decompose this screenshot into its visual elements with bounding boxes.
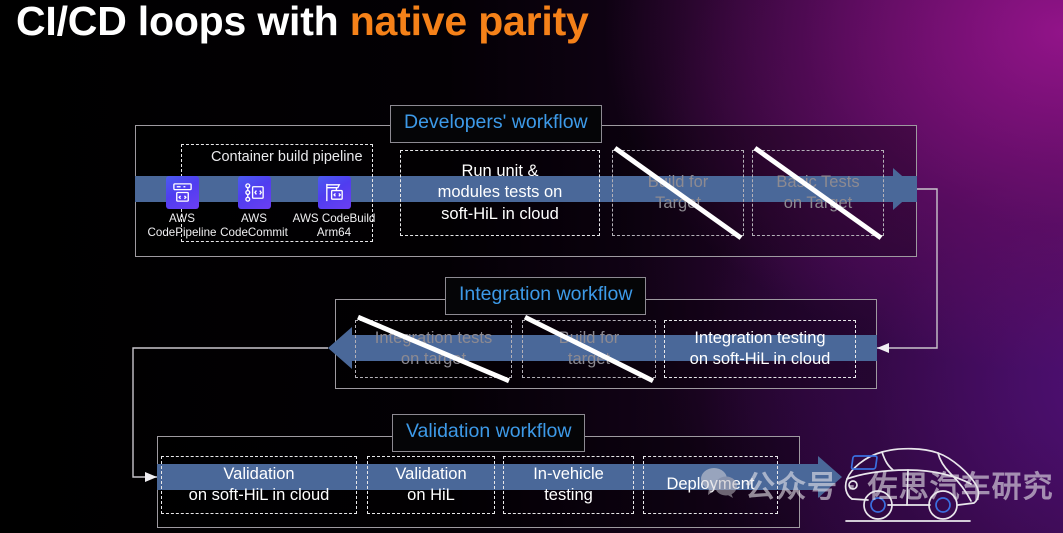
developers-workflow-chip: Developers' workflow <box>390 105 602 143</box>
aws-codepipeline-icon <box>165 176 199 209</box>
aws-service-codecommit[interactable]: AWS CodeCommit <box>219 176 289 239</box>
aws-codebuild-icon <box>317 176 351 209</box>
aws-codepipeline-label-1: AWS <box>169 212 195 225</box>
step-validation-soft-hil-line-1: Validation <box>223 464 295 483</box>
integration-flow-arrowhead <box>328 327 352 369</box>
step-build-for-target-dev[interactable]: Build for Target <box>612 146 744 240</box>
step-in-vehicle-testing[interactable]: In-vehicle testing <box>503 456 634 514</box>
step-basic-tests-line-2: on Target <box>783 194 853 212</box>
page-title: CI/CD loops with native parity <box>16 0 589 45</box>
aws-service-codebuild[interactable]: AWS CodeBuild Arm64 <box>290 176 378 239</box>
page-title-white: CI/CD loops with <box>16 0 350 44</box>
step-integration-tests-on-target[interactable]: Integration tests on target <box>355 314 512 384</box>
aws-service-codepipeline[interactable]: AWS CodePipeline <box>147 176 217 239</box>
step-validation-soft-hil[interactable]: Validation on soft-HiL in cloud <box>161 456 357 514</box>
step-validation-hil-line-1: Validation <box>395 464 467 483</box>
step-validation-soft-hil-line-2: on soft-HiL in cloud <box>188 486 330 504</box>
step-integration-tests-line-2: on target <box>400 350 467 368</box>
step-validation-on-hil[interactable]: Validation on HiL <box>367 456 495 514</box>
step-validation-hil-line-2: on HiL <box>407 486 455 504</box>
aws-codecommit-icon <box>237 176 271 209</box>
step-run-unit-modules-tests[interactable]: Run unit & modules tests on soft-HiL in … <box>400 150 600 236</box>
step-in-vehicle-line-2: testing <box>544 486 593 504</box>
step-build-target-int-line-1: Build for <box>558 328 620 347</box>
step-integration-testing-line-1: Integration testing <box>694 328 826 347</box>
step-build-for-target-integration[interactable]: Build for target <box>522 314 656 384</box>
aws-codebuild-label-2: Arm64 <box>316 225 352 239</box>
developers-flow-arrowhead <box>893 168 917 210</box>
page-title-accent: native parity <box>349 0 589 44</box>
step-build-target-dev-line-2: Target <box>655 194 701 212</box>
step-basic-tests-line-1: Basic Tests <box>776 172 860 191</box>
step-build-target-dev-line-1: Build for <box>647 172 709 191</box>
validation-workflow-chip-label: Validation workflow <box>406 420 572 442</box>
step-run-unit-line-1: Run unit & <box>461 162 539 181</box>
aws-codepipeline-label-2: CodePipeline <box>147 225 217 239</box>
integration-workflow-chip: Integration workflow <box>445 277 647 315</box>
car-line-art-icon <box>838 443 983 528</box>
aws-codecommit-label-2: CodeCommit <box>220 225 288 239</box>
step-build-target-int-line-2: target <box>567 350 611 368</box>
step-basic-tests-on-target[interactable]: Basic Tests on Target <box>752 146 884 240</box>
developers-workflow-chip-label: Developers' workflow <box>404 111 588 133</box>
step-run-unit-line-2: modules tests on <box>437 183 563 202</box>
step-deployment-label: Deployment <box>666 475 755 494</box>
step-in-vehicle-line-1: In-vehicle <box>533 464 604 483</box>
aws-codecommit-label-1: AWS <box>241 212 267 225</box>
slide-canvas: CI/CD loops with native parity Developer… <box>0 0 1063 533</box>
step-integration-testing-line-2: on soft-HiL in cloud <box>689 350 831 368</box>
step-integration-testing-soft-hil[interactable]: Integration testing on soft-HiL in cloud <box>664 320 856 378</box>
step-run-unit-line-3: soft-HiL in cloud <box>441 204 559 223</box>
aws-codebuild-label-1: AWS CodeBuild <box>292 212 376 225</box>
container-build-pipeline-label: Container build pipeline <box>211 149 363 165</box>
step-integration-tests-line-1: Integration tests <box>374 328 493 347</box>
integration-workflow-chip-label: Integration workflow <box>459 283 633 305</box>
validation-workflow-chip: Validation workflow <box>392 414 586 452</box>
step-deployment[interactable]: Deployment <box>643 456 778 514</box>
